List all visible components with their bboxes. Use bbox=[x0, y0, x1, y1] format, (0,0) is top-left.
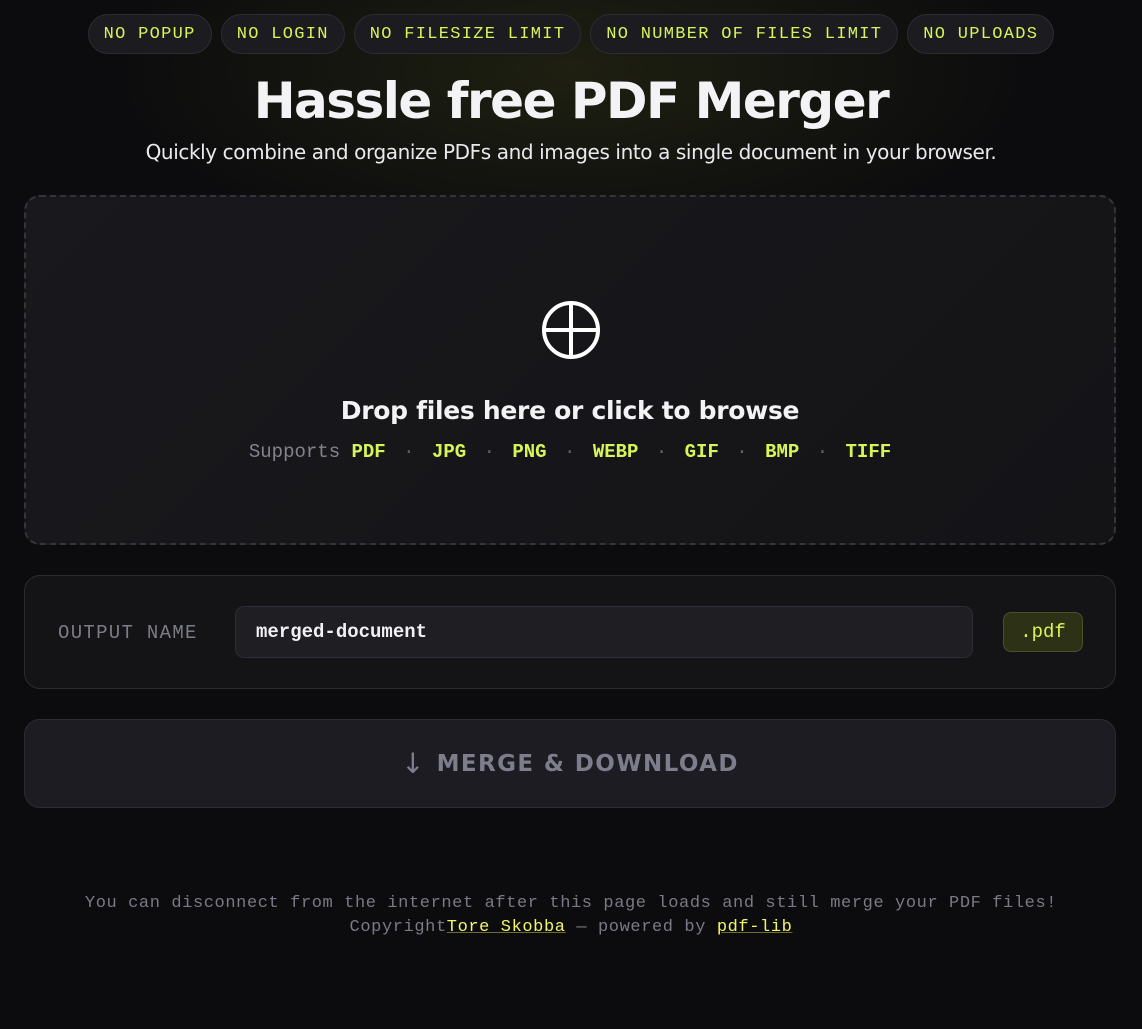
author-link[interactable]: Tore Skobba bbox=[447, 918, 566, 937]
supports-label: Supports bbox=[248, 441, 341, 463]
format-bmp: BMP bbox=[765, 441, 800, 463]
supported-formats: Supports PDF · JPG · PNG · WEBP · GIF · … bbox=[26, 439, 1114, 465]
pdf-lib-link[interactable]: pdf-lib bbox=[717, 918, 793, 937]
badge-no-uploads: NO UPLOADS bbox=[907, 14, 1055, 54]
badge-no-files-limit: NO NUMBER OF FILES LIMIT bbox=[590, 14, 899, 54]
output-name-label: OUTPUT NAME bbox=[58, 622, 198, 644]
format-separator: · bbox=[655, 441, 668, 463]
format-jpg: JPG bbox=[431, 441, 467, 463]
format-png: PNG bbox=[512, 441, 547, 463]
format-separator: · bbox=[816, 441, 829, 463]
powered-by-text: — powered by bbox=[565, 918, 717, 937]
dropzone-title: Drop files here or click to browse bbox=[340, 396, 800, 425]
download-arrow-icon: ↓ bbox=[401, 746, 425, 780]
file-dropzone[interactable]: Drop files here or click to browse Suppo… bbox=[24, 195, 1116, 545]
output-name-input[interactable] bbox=[235, 606, 973, 658]
page-subtitle: Quickly combine and organize PDFs and im… bbox=[145, 140, 997, 164]
merge-button-label: MERGE & DOWNLOAD bbox=[436, 750, 739, 777]
crosshair-circle-icon bbox=[542, 301, 600, 359]
format-separator: · bbox=[736, 441, 748, 463]
merge-download-button[interactable]: ↓ MERGE & DOWNLOAD bbox=[24, 719, 1116, 808]
output-name-card: OUTPUT NAME .pdf bbox=[24, 575, 1116, 689]
copyright-prefix: Copyright bbox=[349, 918, 447, 937]
copyright-line: CopyrightTore Skobba — powered by pdf-li… bbox=[0, 917, 1142, 939]
file-extension-badge: .pdf bbox=[1003, 612, 1083, 652]
format-separator: · bbox=[483, 441, 495, 463]
badge-no-filesize-limit: NO FILESIZE LIMIT bbox=[353, 14, 582, 54]
badge-no-popup: NO POPUP bbox=[87, 14, 212, 54]
offline-notice: You can disconnect from the internet aft… bbox=[84, 894, 1058, 913]
format-gif: GIF bbox=[684, 441, 719, 463]
feature-badges: NO POPUP NO LOGIN NO FILESIZE LIMIT NO N… bbox=[0, 14, 1142, 54]
format-separator: · bbox=[564, 441, 576, 463]
format-tiff: TIFF bbox=[845, 441, 892, 463]
format-separator: · bbox=[403, 441, 415, 463]
format-webp: WEBP bbox=[592, 441, 639, 463]
badge-no-login: NO LOGIN bbox=[220, 14, 345, 54]
format-pdf: PDF bbox=[351, 441, 386, 463]
page-title: Hassle free PDF Merger bbox=[253, 72, 890, 130]
